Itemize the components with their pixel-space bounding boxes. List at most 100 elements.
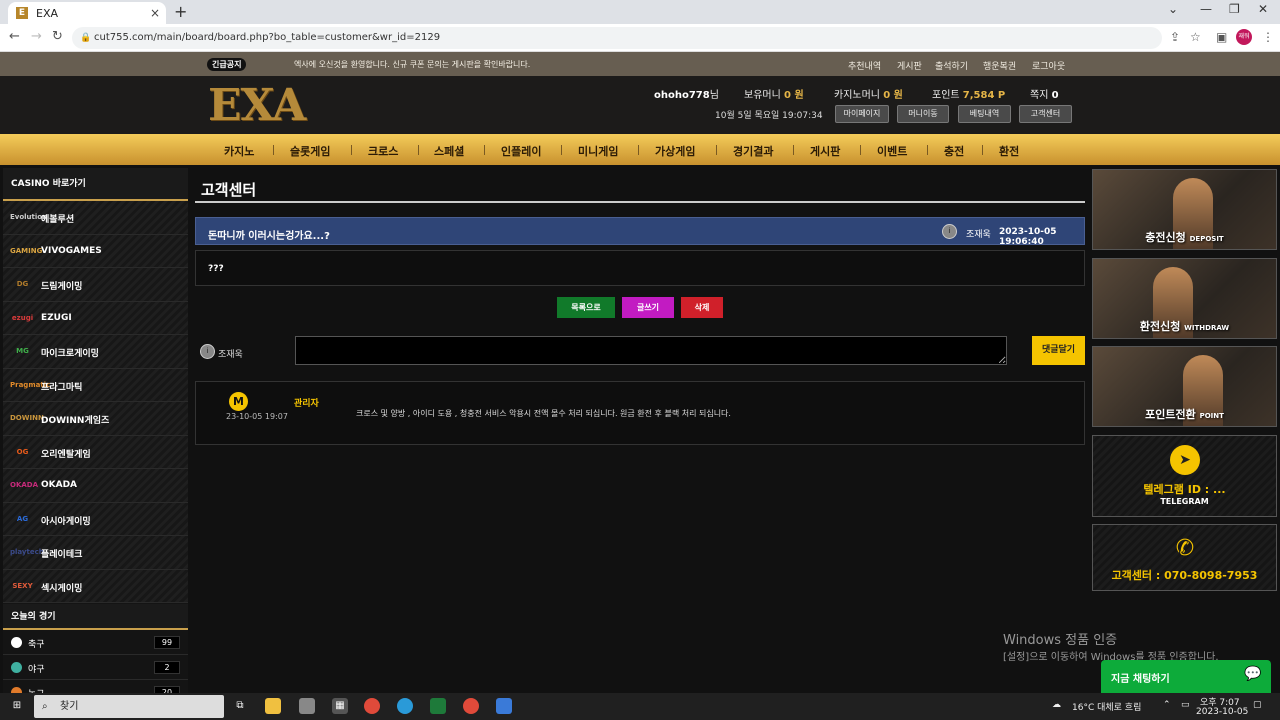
- site-logo[interactable]: EXA: [208, 84, 306, 128]
- list-button[interactable]: 목록으로: [557, 297, 615, 318]
- comment-submit-button[interactable]: 댓글달기: [1032, 336, 1085, 365]
- top-link-referral[interactable]: 추천내역: [848, 59, 881, 72]
- close-tab-icon[interactable]: ×: [150, 6, 160, 20]
- casino-money-display: 카지노머니 0 원: [834, 86, 903, 101]
- profile-avatar[interactable]: 재워: [1236, 29, 1252, 45]
- casino-item[interactable]: Pragmatic 프라그마틱: [3, 368, 188, 402]
- nav-minigame[interactable]: 미니게임: [578, 143, 618, 159]
- tray-chevron-icon[interactable]: ⌃: [1163, 700, 1171, 710]
- browser-tab[interactable]: E EXA ×: [8, 2, 166, 24]
- chat-label: 지금 채팅하기: [1111, 674, 1170, 685]
- deposit-banner[interactable]: 충전신청 DEPOSIT: [1092, 169, 1277, 250]
- back-icon[interactable]: ←: [9, 29, 20, 44]
- post-body: ???: [195, 250, 1085, 286]
- casino-item[interactable]: DOWINN DOWINN게임즈: [3, 402, 188, 436]
- top-link-lottery[interactable]: 행운복권: [983, 59, 1016, 72]
- casino-item[interactable]: Evolution 에볼루션: [3, 201, 188, 235]
- delete-button[interactable]: 삭제: [681, 297, 723, 318]
- reload-icon[interactable]: ↻: [52, 29, 63, 44]
- casino-item[interactable]: playtech 플레이테크: [3, 536, 188, 570]
- taskbar-search[interactable]: ⌕ 찾기: [34, 695, 224, 718]
- menu-dots-icon[interactable]: ⋮: [1262, 30, 1274, 44]
- comment-textarea[interactable]: [295, 336, 1007, 365]
- taskbar-search-label: 찾기: [60, 701, 79, 712]
- casino-item[interactable]: GAMING VIVOGAMES: [3, 234, 188, 268]
- restore-icon[interactable]: ❐: [1229, 2, 1240, 16]
- file-explorer-icon[interactable]: [265, 698, 281, 714]
- share-icon[interactable]: ⇪: [1170, 30, 1180, 44]
- admin-badge-icon: M: [229, 392, 248, 411]
- sport-count: 99: [154, 636, 180, 649]
- telegram-sub: TELEGRAM: [1160, 497, 1209, 506]
- balance-label: 보유머니: [744, 90, 781, 101]
- casino-item[interactable]: ezugi EZUGI: [3, 301, 188, 335]
- mypage-button[interactable]: 마이페이지: [835, 105, 889, 123]
- nav-event[interactable]: 이벤트: [877, 143, 907, 159]
- money-transfer-button[interactable]: 머니이동: [897, 105, 949, 123]
- point-banner[interactable]: 포인트전환 POINT: [1092, 346, 1277, 427]
- write-button[interactable]: 글쓰기: [622, 297, 674, 318]
- nav-board[interactable]: 게시판: [810, 143, 840, 159]
- windows-taskbar: ⊞ ⌕ 찾기 ⧉ ▦ ☁ 16°C 대체로 흐림 ⌃ ▭ 오후 7:07 202…: [0, 693, 1280, 720]
- new-tab-button[interactable]: +: [174, 2, 187, 21]
- nav-cross[interactable]: 크로스: [368, 143, 398, 159]
- nav-results[interactable]: 경기결과: [733, 143, 773, 159]
- casino-item[interactable]: OG 오리엔탈게임: [3, 435, 188, 469]
- nav-separator: [273, 145, 274, 155]
- close-window-icon[interactable]: ✕: [1258, 2, 1268, 16]
- chevron-down-icon[interactable]: ⌄: [1168, 2, 1178, 16]
- nav-withdraw[interactable]: 환전: [999, 143, 1019, 159]
- nav-separator: [418, 145, 419, 155]
- message-display[interactable]: 쪽지 0: [1030, 86, 1059, 101]
- casino-logo-icon: MG: [16, 347, 29, 355]
- minimize-icon[interactable]: —: [1200, 2, 1212, 16]
- app-icon[interactable]: [496, 698, 512, 714]
- top-link-board[interactable]: 게시판: [897, 59, 922, 72]
- sport-item[interactable]: 축구 99: [3, 630, 188, 655]
- bookmark-star-icon[interactable]: ☆: [1190, 30, 1201, 44]
- calculator-icon[interactable]: ▦: [332, 698, 348, 714]
- nav-casino[interactable]: 카지노: [224, 143, 254, 159]
- search-icon: ⌕: [42, 701, 48, 712]
- casino-item[interactable]: SEXY 섹시게이밍: [3, 569, 188, 603]
- top-link-logout[interactable]: 로그아웃: [1032, 59, 1065, 72]
- customer-center-button[interactable]: 고객센터: [1019, 105, 1072, 123]
- nav-special[interactable]: 스페셜: [434, 143, 464, 159]
- sport-item[interactable]: 야구 2: [3, 655, 188, 680]
- casino-item[interactable]: MG 마이크로게이밍: [3, 335, 188, 369]
- url-input[interactable]: 🔒 cut755.com/main/board/board.php?bo_tab…: [72, 27, 1162, 49]
- reply-text: 크로스 및 양방 , 아이디 도용 , 청충전 서비스 악용시 전액 몰수 처리…: [356, 409, 731, 418]
- forward-icon[interactable]: →: [31, 29, 42, 44]
- chat-widget[interactable]: 지금 채팅하기 💬: [1101, 660, 1271, 693]
- task-view-icon[interactable]: ⧉: [232, 698, 248, 714]
- app-icon[interactable]: [299, 698, 315, 714]
- telegram-box[interactable]: ➤ 텔레그램 ID : ... TELEGRAM: [1092, 435, 1277, 517]
- casino-logo-icon: GAMING: [10, 246, 43, 255]
- top-link-attendance[interactable]: 출석하기: [935, 59, 968, 72]
- nav-virtual[interactable]: 가상게임: [655, 143, 695, 159]
- weather-text[interactable]: 16°C 대체로 흐림: [1072, 700, 1141, 713]
- notification-icon[interactable]: ▢: [1253, 700, 1262, 710]
- nav-slot[interactable]: 슬롯게임: [290, 143, 330, 159]
- phone-box[interactable]: ✆ 고객센터 : 070-8098-7953: [1092, 524, 1277, 591]
- casino-item[interactable]: OKADA OKADA: [3, 469, 188, 503]
- casino-label: 아시아게이밍: [41, 516, 91, 527]
- windows-start-icon[interactable]: ⊞: [9, 698, 25, 714]
- nav-inplay[interactable]: 인플레이: [501, 143, 541, 159]
- chrome-icon[interactable]: [364, 698, 380, 714]
- telegram-app-icon[interactable]: [397, 698, 413, 714]
- withdraw-banner[interactable]: 환전신청 WITHDRAW: [1092, 258, 1277, 339]
- excel-icon[interactable]: [430, 698, 446, 714]
- username: ohoho778: [654, 90, 710, 101]
- sidebar-icon[interactable]: ▣: [1216, 30, 1227, 44]
- clock-date[interactable]: 2023-10-05: [1196, 707, 1248, 717]
- casino-item[interactable]: DG 드림게이밍: [3, 268, 188, 302]
- casino-item[interactable]: AG 아시아게이밍: [3, 502, 188, 536]
- betting-history-button[interactable]: 베팅내역: [958, 105, 1011, 123]
- site-header: EXA ohoho778님 보유머니 0 원 카지노머니 0 원 포인트 7,5…: [0, 76, 1280, 134]
- casino-list: Evolution 에볼루션 GAMING VIVOGAMES DG 드림게이밍 ezugi…: [3, 201, 188, 603]
- nav-deposit[interactable]: 충전: [944, 143, 964, 159]
- network-icon[interactable]: ▭: [1181, 700, 1190, 710]
- chrome-active-icon[interactable]: [463, 698, 479, 714]
- casino-logo-icon: DG: [16, 280, 29, 288]
